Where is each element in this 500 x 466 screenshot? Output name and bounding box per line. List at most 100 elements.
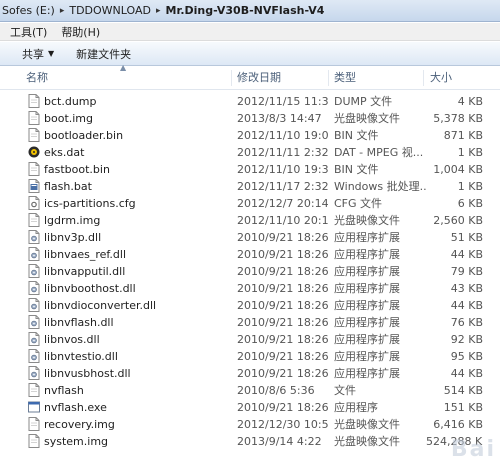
watermark: Bai xyxy=(450,437,496,462)
file-name: libnvdioconverter.dll xyxy=(44,299,157,312)
file-name: nvflash xyxy=(44,384,84,397)
column-header-date[interactable]: 修改日期 xyxy=(237,67,327,89)
dll-file-icon xyxy=(28,247,40,261)
file-row[interactable]: libnvaes_ref.dll 2010/9/21 18:26 应用程序扩展 44 … xyxy=(0,246,500,263)
file-row[interactable]: eks.dat 2012/11/11 2:32 DAT - MPEG 视... 1 K… xyxy=(0,144,500,161)
file-row[interactable]: nvflash.exe 2010/9/21 18:26 应用程序 151 KB xyxy=(0,399,500,416)
file-type: 文件 xyxy=(334,384,356,397)
file-type: 应用程序扩展 xyxy=(334,367,400,380)
media-dat-icon xyxy=(28,146,40,158)
menu-tools[interactable]: 工具(T) xyxy=(10,24,47,40)
document-icon xyxy=(28,434,40,448)
file-row[interactable]: system.img2013/9/14 4:22光盘映像文件524,288 KB xyxy=(0,433,500,450)
file-size: 43 KB xyxy=(450,282,483,295)
file-type: CFG 文件 xyxy=(334,197,383,210)
file-type: 应用程序扩展 xyxy=(334,248,400,261)
file-size: 871 KB xyxy=(443,129,483,142)
file-name: libnvos.dll xyxy=(44,333,100,346)
breadcrumb-tddownload[interactable]: TDDOWNLOAD xyxy=(69,4,151,17)
file-name: lgdrm.img xyxy=(44,214,101,227)
file-row[interactable]: lgdrm.img 2012/11/10 20:18 光盘映像文件 2,560 KB xyxy=(0,212,500,229)
file-size: 2,560 KB xyxy=(433,214,483,227)
file-date: 2012/11/15 11:31 xyxy=(237,95,329,108)
column-header-type[interactable]: 类型 xyxy=(334,67,422,89)
file-size: 514 KB xyxy=(443,384,483,397)
file-row[interactable]: libnvflash.dll 2010/9/21 18:26 应用程序扩展 76 KB xyxy=(0,314,500,331)
file-row[interactable]: libnvusbhost.dll 2010/9/21 18:26 应用程序扩展 44 … xyxy=(0,365,500,382)
share-button-label: 共享 xyxy=(22,47,44,61)
file-size: 44 KB xyxy=(450,367,483,380)
exe-file-icon xyxy=(28,401,40,413)
file-name: libnvusbhost.dll xyxy=(44,367,131,380)
file-date: 2012/11/10 20:18 xyxy=(237,214,329,227)
file-date: 2010/9/21 18:26 xyxy=(237,265,329,278)
document-icon xyxy=(28,162,40,176)
file-name: recovery.img xyxy=(44,418,115,431)
file-date: 2013/9/14 4:22 xyxy=(237,435,322,448)
file-date: 2012/11/11 2:32 xyxy=(237,146,329,159)
file-row[interactable]: ics-partitions.cfg 2012/12/7 20:14 CFG 文件 6… xyxy=(0,195,500,212)
file-size: 44 KB xyxy=(450,299,483,312)
file-type: 应用程序扩展 xyxy=(334,316,400,329)
column-divider[interactable] xyxy=(328,70,329,86)
file-row[interactable]: bootloader.bin 2012/11/10 19:05 BIN 文件 871 … xyxy=(0,127,500,144)
file-row[interactable]: recovery.img 2012/12/30 10:52 光盘映像文件 6,416 … xyxy=(0,416,500,433)
file-size: 1 KB xyxy=(457,180,483,193)
file-row[interactable]: bct.dump 2012/11/15 11:31 DUMP 文件 4 KB xyxy=(0,93,500,110)
file-size: 6,416 KB xyxy=(433,418,483,431)
column-headers: ▲ 名称 修改日期 类型 大小 xyxy=(0,63,500,90)
file-row[interactable]: flash.bat 2012/11/17 2:32 Windows 批处理... 1 … xyxy=(0,178,500,195)
column-header-size[interactable]: 大小 xyxy=(430,67,490,89)
file-type: BIN 文件 xyxy=(334,163,379,176)
chevron-right-icon[interactable]: ▸ xyxy=(60,6,65,16)
file-name: libnv3p.dll xyxy=(44,231,102,244)
file-size: 44 KB xyxy=(450,248,483,261)
file-date: 2012/11/10 19:05 xyxy=(237,129,329,142)
chevron-down-icon: ▼ xyxy=(48,49,55,58)
file-name: libnvboothost.dll xyxy=(44,282,136,295)
address-bar[interactable]: Sofes (E:) ▸ TDDOWNLOAD ▸ Mr.Ding-V30B-N… xyxy=(0,0,500,22)
file-row[interactable]: boot.img 2013/8/3 14:47 光盘映像文件 5,378 KB xyxy=(0,110,500,127)
file-row[interactable]: libnvboothost.dll 2010/9/21 18:26 应用程序扩展 43… xyxy=(0,280,500,297)
file-row[interactable]: libnvtestio.dll 2010/9/21 18:26 应用程序扩展 95 K… xyxy=(0,348,500,365)
chevron-right-icon[interactable]: ▸ xyxy=(156,6,161,16)
file-size: 51 KB xyxy=(450,231,483,244)
file-row[interactable]: libnvapputil.dll 2010/9/21 18:26 应用程序扩展 79 … xyxy=(0,263,500,280)
file-type: 光盘映像文件 xyxy=(334,418,400,431)
file-row[interactable]: libnv3p.dll 2010/9/21 18:26 应用程序扩展 51 KB xyxy=(0,229,500,246)
file-type: DAT - MPEG 视... xyxy=(334,146,424,159)
file-size: 5,378 KB xyxy=(433,112,483,125)
file-date: 2010/9/21 18:26 xyxy=(237,231,329,244)
file-row[interactable]: nvflash 2010/8/6 5:36 文件 514 KB xyxy=(0,382,500,399)
file-list: bct.dump 2012/11/15 11:31 DUMP 文件 4 KB boot.… xyxy=(0,93,500,466)
new-folder-button[interactable]: 新建文件夹 xyxy=(76,46,131,62)
column-header-name[interactable]: 名称 xyxy=(26,67,231,89)
file-date: 2010/9/21 18:26 xyxy=(237,333,329,346)
file-type: 应用程序扩展 xyxy=(334,231,400,244)
file-size: 6 KB xyxy=(457,197,483,210)
file-name: flash.bat xyxy=(44,180,92,193)
command-toolbar: 共享 ▼ 新建文件夹 xyxy=(0,42,500,66)
dll-file-icon xyxy=(28,264,40,278)
file-row[interactable]: libnvdioconverter.dll 2010/9/21 18:26 应用程序… xyxy=(0,297,500,314)
file-type: 应用程序扩展 xyxy=(334,265,400,278)
file-date: 2013/8/3 14:47 xyxy=(237,112,322,125)
file-date: 2012/11/10 19:32 xyxy=(237,163,329,176)
breadcrumb-current-folder[interactable]: Mr.Ding-V30B-NVFlash-V4 xyxy=(166,4,325,17)
file-type: BIN 文件 xyxy=(334,129,379,142)
file-type: 光盘映像文件 xyxy=(334,112,400,125)
menu-help[interactable]: 帮助(H) xyxy=(61,24,100,40)
file-row[interactable]: libnvos.dll 2010/9/21 18:26 应用程序扩展 92 KB xyxy=(0,331,500,348)
column-divider[interactable] xyxy=(423,70,424,86)
file-name: libnvtestio.dll xyxy=(44,350,118,363)
file-row[interactable]: fastboot.bin 2012/11/10 19:32 BIN 文件 1,004 … xyxy=(0,161,500,178)
file-type: 应用程序 xyxy=(334,401,378,414)
file-date: 2010/9/21 18:26 xyxy=(237,350,329,363)
document-icon xyxy=(28,128,40,142)
breadcrumb-drive[interactable]: Sofes (E:) xyxy=(2,4,55,17)
share-button[interactable]: 共享 ▼ xyxy=(22,46,54,62)
document-icon xyxy=(28,213,40,227)
column-divider[interactable] xyxy=(231,70,232,86)
file-type: Windows 批处理... xyxy=(334,180,426,193)
file-name: nvflash.exe xyxy=(44,401,107,414)
